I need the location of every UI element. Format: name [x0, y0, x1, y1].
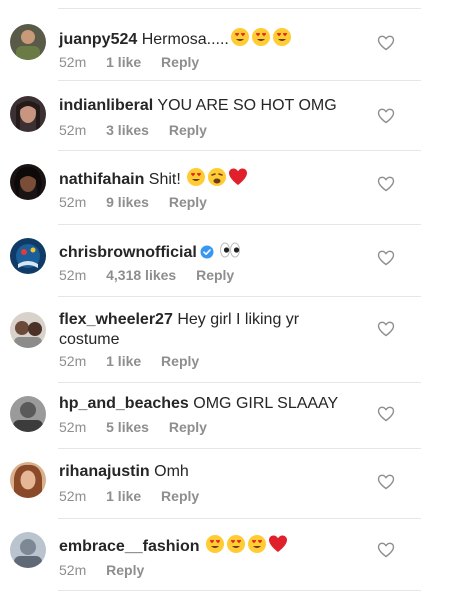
- reply-button[interactable]: Reply: [106, 562, 144, 578]
- reply-button[interactable]: Reply: [169, 122, 207, 138]
- comment-text: chrisbrownofficial: [59, 240, 359, 266]
- comment-meta: 52m 1 like Reply: [59, 488, 215, 504]
- avatar[interactable]: [10, 96, 46, 132]
- comment-username[interactable]: flex_wheeler27: [59, 311, 173, 328]
- avatar[interactable]: [10, 238, 46, 274]
- reply-button[interactable]: Reply: [161, 54, 199, 70]
- comment-body: OMG GIRL SLAAAY: [193, 395, 339, 412]
- divider: [58, 590, 421, 591]
- divider: [58, 224, 421, 225]
- smiling-face-with-heart-eyes-icon: [247, 534, 267, 560]
- smiling-face-with-heart-eyes-icon: [251, 27, 271, 53]
- comment-text: nathifahain Shit!: [59, 167, 359, 193]
- comment-username[interactable]: indianliberal: [59, 97, 153, 114]
- divider: [58, 8, 421, 9]
- comment-username[interactable]: embrace__fashion: [59, 538, 200, 555]
- comment-likes[interactable]: 3 likes: [106, 122, 149, 138]
- comment-time: 52m: [59, 122, 87, 138]
- comment-likes[interactable]: 1 like: [106, 353, 141, 369]
- comment-username[interactable]: hp_and_beaches: [59, 395, 189, 412]
- comment-time: 52m: [59, 353, 87, 369]
- comment-text: rihanajustin Omh: [59, 462, 359, 482]
- reply-button[interactable]: Reply: [161, 353, 199, 369]
- comment-meta: 52m Reply: [59, 562, 160, 578]
- comment-likes[interactable]: 9 likes: [106, 194, 149, 210]
- smiling-face-with-heart-eyes-icon: [205, 534, 225, 560]
- comment-meta: 52m 5 likes Reply: [59, 419, 223, 435]
- comment-time: 52m: [59, 54, 87, 70]
- divider: [58, 382, 421, 383]
- like-heart-icon[interactable]: [377, 406, 395, 422]
- comment-likes[interactable]: 1 like: [106, 488, 141, 504]
- divider: [58, 150, 421, 151]
- comment-text: juanpy524 Hermosa.....: [59, 27, 359, 53]
- comment-time: 52m: [59, 562, 87, 578]
- comment-text: hp_and_beaches OMG GIRL SLAAAY: [59, 394, 359, 414]
- weary-face-icon: [207, 167, 227, 193]
- comment-body: YOU ARE SO HOT OMG: [157, 97, 337, 114]
- comment-text: embrace__fashion: [59, 534, 359, 560]
- avatar[interactable]: [10, 532, 46, 568]
- smiling-face-with-heart-eyes-icon: [186, 167, 206, 193]
- red-heart-icon: [228, 167, 248, 193]
- avatar[interactable]: [10, 24, 46, 60]
- like-heart-icon[interactable]: [377, 321, 395, 337]
- comment-text: indianliberal YOU ARE SO HOT OMG: [59, 96, 359, 116]
- like-heart-icon[interactable]: [377, 176, 395, 192]
- avatar[interactable]: [10, 312, 46, 348]
- reply-button[interactable]: Reply: [161, 488, 199, 504]
- red-heart-icon: [268, 534, 288, 560]
- verified-badge-icon: [200, 245, 214, 265]
- comments-list: juanpy524 Hermosa..... 52m 1 like Reply …: [0, 0, 465, 599]
- comment-meta: 52m 3 likes Reply: [59, 122, 223, 138]
- comment-username[interactable]: juanpy524: [59, 31, 137, 48]
- comment-meta: 52m 9 likes Reply: [59, 194, 223, 210]
- comment-username[interactable]: chrisbrownofficial: [59, 244, 197, 261]
- eyes-icon: [219, 240, 241, 266]
- like-heart-icon[interactable]: [377, 35, 395, 51]
- comment-body: Hermosa.....: [141, 31, 229, 48]
- divider: [58, 296, 421, 297]
- smiling-face-with-heart-eyes-icon: [226, 534, 246, 560]
- divider: [58, 518, 421, 519]
- comment-time: 52m: [59, 194, 87, 210]
- comment-meta: 52m 1 like Reply: [59, 353, 215, 369]
- comment-username[interactable]: nathifahain: [59, 171, 144, 188]
- comment-time: 52m: [59, 267, 87, 283]
- like-heart-icon[interactable]: [377, 250, 395, 266]
- divider: [58, 448, 421, 449]
- smiling-face-with-heart-eyes-icon: [272, 27, 292, 53]
- comment-username[interactable]: rihanajustin: [59, 463, 150, 480]
- smiling-face-with-heart-eyes-icon: [230, 27, 250, 53]
- comment-text: flex_wheeler27 Hey girl I liking yr cost…: [59, 310, 359, 350]
- comment-body: Shit!: [148, 171, 181, 188]
- like-heart-icon[interactable]: [377, 474, 395, 490]
- comment-body: Omh: [154, 463, 189, 480]
- avatar[interactable]: [10, 462, 46, 498]
- comment-likes[interactable]: 1 like: [106, 54, 141, 70]
- divider: [58, 80, 421, 81]
- comment-time: 52m: [59, 488, 87, 504]
- comment-meta: 52m 4,318 likes Reply: [59, 267, 250, 283]
- like-heart-icon[interactable]: [377, 108, 395, 124]
- like-heart-icon[interactable]: [377, 542, 395, 558]
- reply-button[interactable]: Reply: [196, 267, 234, 283]
- reply-button[interactable]: Reply: [169, 419, 207, 435]
- comment-likes[interactable]: 4,318 likes: [106, 267, 176, 283]
- avatar[interactable]: [10, 164, 46, 200]
- comment-time: 52m: [59, 419, 87, 435]
- avatar[interactable]: [10, 396, 46, 432]
- comment-likes[interactable]: 5 likes: [106, 419, 149, 435]
- reply-button[interactable]: Reply: [169, 194, 207, 210]
- comment-meta: 52m 1 like Reply: [59, 54, 215, 70]
